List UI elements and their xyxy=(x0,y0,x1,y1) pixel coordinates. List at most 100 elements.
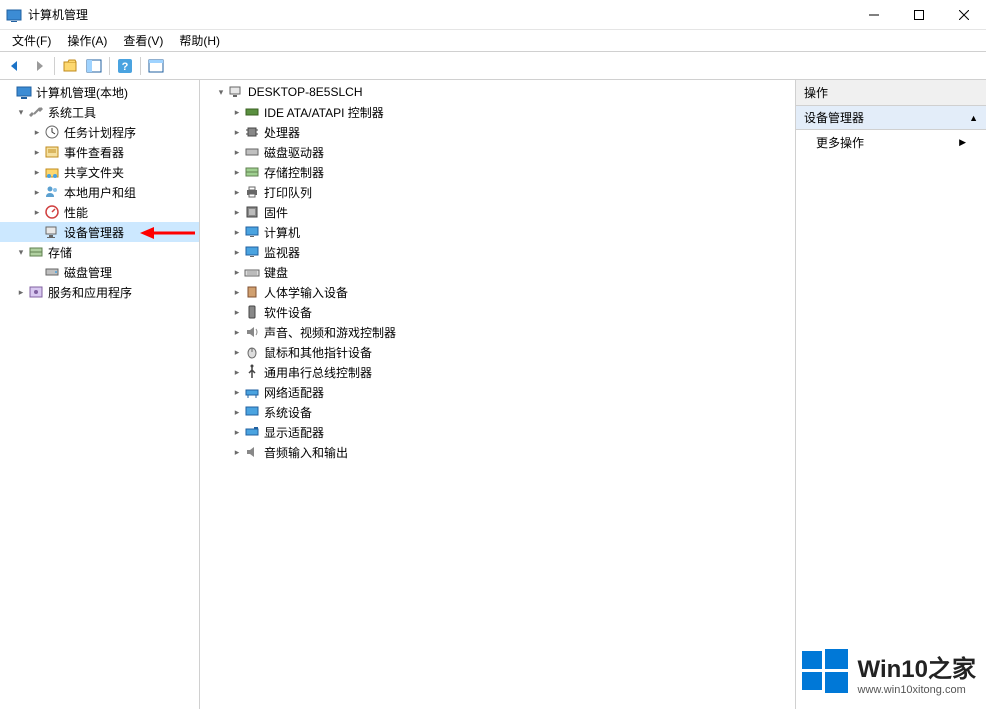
monitor-icon xyxy=(244,224,260,240)
left-tree-pane: 计算机管理(本地) ▾ 系统工具 ▸ 任务计划程序 ▸ 事件查看器 ▸ 共享文件 xyxy=(0,80,200,709)
expander-right-icon[interactable]: ▸ xyxy=(230,445,244,459)
device-root[interactable]: ▾ DESKTOP-8E5SLCH xyxy=(200,82,795,102)
actions-section-label: 设备管理器 xyxy=(804,109,864,126)
device-processors[interactable]: ▸ 处理器 xyxy=(200,122,795,142)
collapse-up-icon: ▲ xyxy=(969,113,978,123)
network-icon xyxy=(244,384,260,400)
menu-view[interactable]: 查看(V) xyxy=(115,30,171,51)
expander-right-icon[interactable]: ▸ xyxy=(230,105,244,119)
expander-right-icon[interactable]: ▸ xyxy=(230,405,244,419)
expander-right-icon[interactable]: ▸ xyxy=(230,385,244,399)
actions-more[interactable]: 更多操作 ▶ xyxy=(796,130,986,155)
device-hid[interactable]: ▸ 人体学输入设备 xyxy=(200,282,795,302)
menu-file[interactable]: 文件(F) xyxy=(4,30,59,51)
expander-right-icon[interactable]: ▸ xyxy=(230,165,244,179)
device-keyboards[interactable]: ▸ 键盘 xyxy=(200,262,795,282)
expander-right-icon[interactable]: ▸ xyxy=(230,205,244,219)
cpu-icon xyxy=(244,124,260,140)
computer-management-icon xyxy=(16,84,32,100)
device-audio[interactable]: ▸ 音频输入和输出 xyxy=(200,442,795,462)
expander-right-icon[interactable]: ▸ xyxy=(230,305,244,319)
expander-right-icon[interactable]: ▸ xyxy=(230,345,244,359)
expander-right-icon[interactable]: ▸ xyxy=(230,145,244,159)
minimize-button[interactable] xyxy=(851,0,896,30)
chevron-right-icon: ▶ xyxy=(959,137,966,148)
mouse-icon xyxy=(244,344,260,360)
tree-label: 固件 xyxy=(264,204,288,221)
tree-label: 通用串行总线控制器 xyxy=(264,364,372,381)
expander-down-icon[interactable]: ▾ xyxy=(214,85,228,99)
tree-label: 磁盘驱动器 xyxy=(264,144,324,161)
expander-right-icon[interactable]: ▸ xyxy=(230,285,244,299)
expander-right-icon[interactable]: ▸ xyxy=(230,125,244,139)
menu-action[interactable]: 操作(A) xyxy=(59,30,115,51)
device-storage-controllers[interactable]: ▸ 存储控制器 xyxy=(200,162,795,182)
expander-right-icon[interactable]: ▸ xyxy=(230,365,244,379)
device-network[interactable]: ▸ 网络适配器 xyxy=(200,382,795,402)
expander-right-icon[interactable]: ▸ xyxy=(30,125,44,139)
forward-button[interactable] xyxy=(28,55,50,77)
close-button[interactable] xyxy=(941,0,986,30)
expander-right-icon[interactable]: ▸ xyxy=(230,245,244,259)
tree-label: 存储控制器 xyxy=(264,164,324,181)
device-ide[interactable]: ▸ IDE ATA/ATAPI 控制器 xyxy=(200,102,795,122)
toolbar-separator xyxy=(54,57,55,75)
menu-help[interactable]: 帮助(H) xyxy=(171,30,228,51)
tree-services-apps[interactable]: ▸ 服务和应用程序 xyxy=(0,282,199,302)
device-disk-drives[interactable]: ▸ 磁盘驱动器 xyxy=(200,142,795,162)
tree-device-manager[interactable]: 设备管理器 xyxy=(0,222,199,242)
actions-section[interactable]: 设备管理器 ▲ xyxy=(796,106,986,130)
up-button[interactable] xyxy=(59,55,81,77)
refresh-button[interactable] xyxy=(145,55,167,77)
expander-right-icon[interactable]: ▸ xyxy=(30,185,44,199)
actions-pane: 操作 设备管理器 ▲ 更多操作 ▶ xyxy=(796,80,986,709)
tree-label: 系统设备 xyxy=(264,404,312,421)
expander-right-icon[interactable]: ▸ xyxy=(30,165,44,179)
console-tree: 计算机管理(本地) ▾ 系统工具 ▸ 任务计划程序 ▸ 事件查看器 ▸ 共享文件 xyxy=(0,80,199,304)
expander-right-icon[interactable]: ▸ xyxy=(230,325,244,339)
expander-right-icon[interactable]: ▸ xyxy=(230,265,244,279)
expander-right-icon[interactable]: ▸ xyxy=(30,205,44,219)
device-computer[interactable]: ▸ 计算机 xyxy=(200,222,795,242)
device-firmware[interactable]: ▸ 固件 xyxy=(200,202,795,222)
tree-performance[interactable]: ▸ 性能 xyxy=(0,202,199,222)
clock-icon xyxy=(44,124,60,140)
expander-down-icon[interactable]: ▾ xyxy=(14,245,28,259)
help-button[interactable]: ? xyxy=(114,55,136,77)
tree-storage[interactable]: ▾ 存储 xyxy=(0,242,199,262)
expander-right-icon[interactable]: ▸ xyxy=(14,285,28,299)
back-button[interactable] xyxy=(4,55,26,77)
expander-right-icon[interactable]: ▸ xyxy=(30,145,44,159)
maximize-button[interactable] xyxy=(896,0,941,30)
tree-event-viewer[interactable]: ▸ 事件查看器 xyxy=(0,142,199,162)
device-monitors[interactable]: ▸ 监视器 xyxy=(200,242,795,262)
device-tree-pane: ▾ DESKTOP-8E5SLCH ▸ IDE ATA/ATAPI 控制器 ▸ … xyxy=(200,80,796,709)
device-sound[interactable]: ▸ 声音、视频和游戏控制器 xyxy=(200,322,795,342)
toolbar-separator xyxy=(140,57,141,75)
system-device-icon xyxy=(244,404,260,420)
tree-label: 存储 xyxy=(48,244,72,261)
tree-label: 事件查看器 xyxy=(64,144,124,161)
expander-right-icon[interactable]: ▸ xyxy=(230,185,244,199)
disk-drive-icon xyxy=(244,144,260,160)
device-system[interactable]: ▸ 系统设备 xyxy=(200,402,795,422)
tree-local-users[interactable]: ▸ 本地用户和组 xyxy=(0,182,199,202)
tree-root-computer-management[interactable]: 计算机管理(本地) xyxy=(0,82,199,102)
tree-shared-folders[interactable]: ▸ 共享文件夹 xyxy=(0,162,199,182)
expander-right-icon[interactable]: ▸ xyxy=(230,225,244,239)
device-mice[interactable]: ▸ 鼠标和其他指针设备 xyxy=(200,342,795,362)
device-usb[interactable]: ▸ 通用串行总线控制器 xyxy=(200,362,795,382)
device-print-queues[interactable]: ▸ 打印队列 xyxy=(200,182,795,202)
show-hide-tree-button[interactable] xyxy=(83,55,105,77)
tree-disk-management[interactable]: 磁盘管理 xyxy=(0,262,199,282)
actions-header: 操作 xyxy=(796,80,986,106)
tree-system-tools[interactable]: ▾ 系统工具 xyxy=(0,102,199,122)
tree-label: 软件设备 xyxy=(264,304,312,321)
services-icon xyxy=(28,284,44,300)
expander-down-icon[interactable]: ▾ xyxy=(14,105,28,119)
expander-right-icon[interactable]: ▸ xyxy=(230,425,244,439)
users-icon xyxy=(44,184,60,200)
device-software[interactable]: ▸ 软件设备 xyxy=(200,302,795,322)
tree-task-scheduler[interactable]: ▸ 任务计划程序 xyxy=(0,122,199,142)
device-display[interactable]: ▸ 显示适配器 xyxy=(200,422,795,442)
